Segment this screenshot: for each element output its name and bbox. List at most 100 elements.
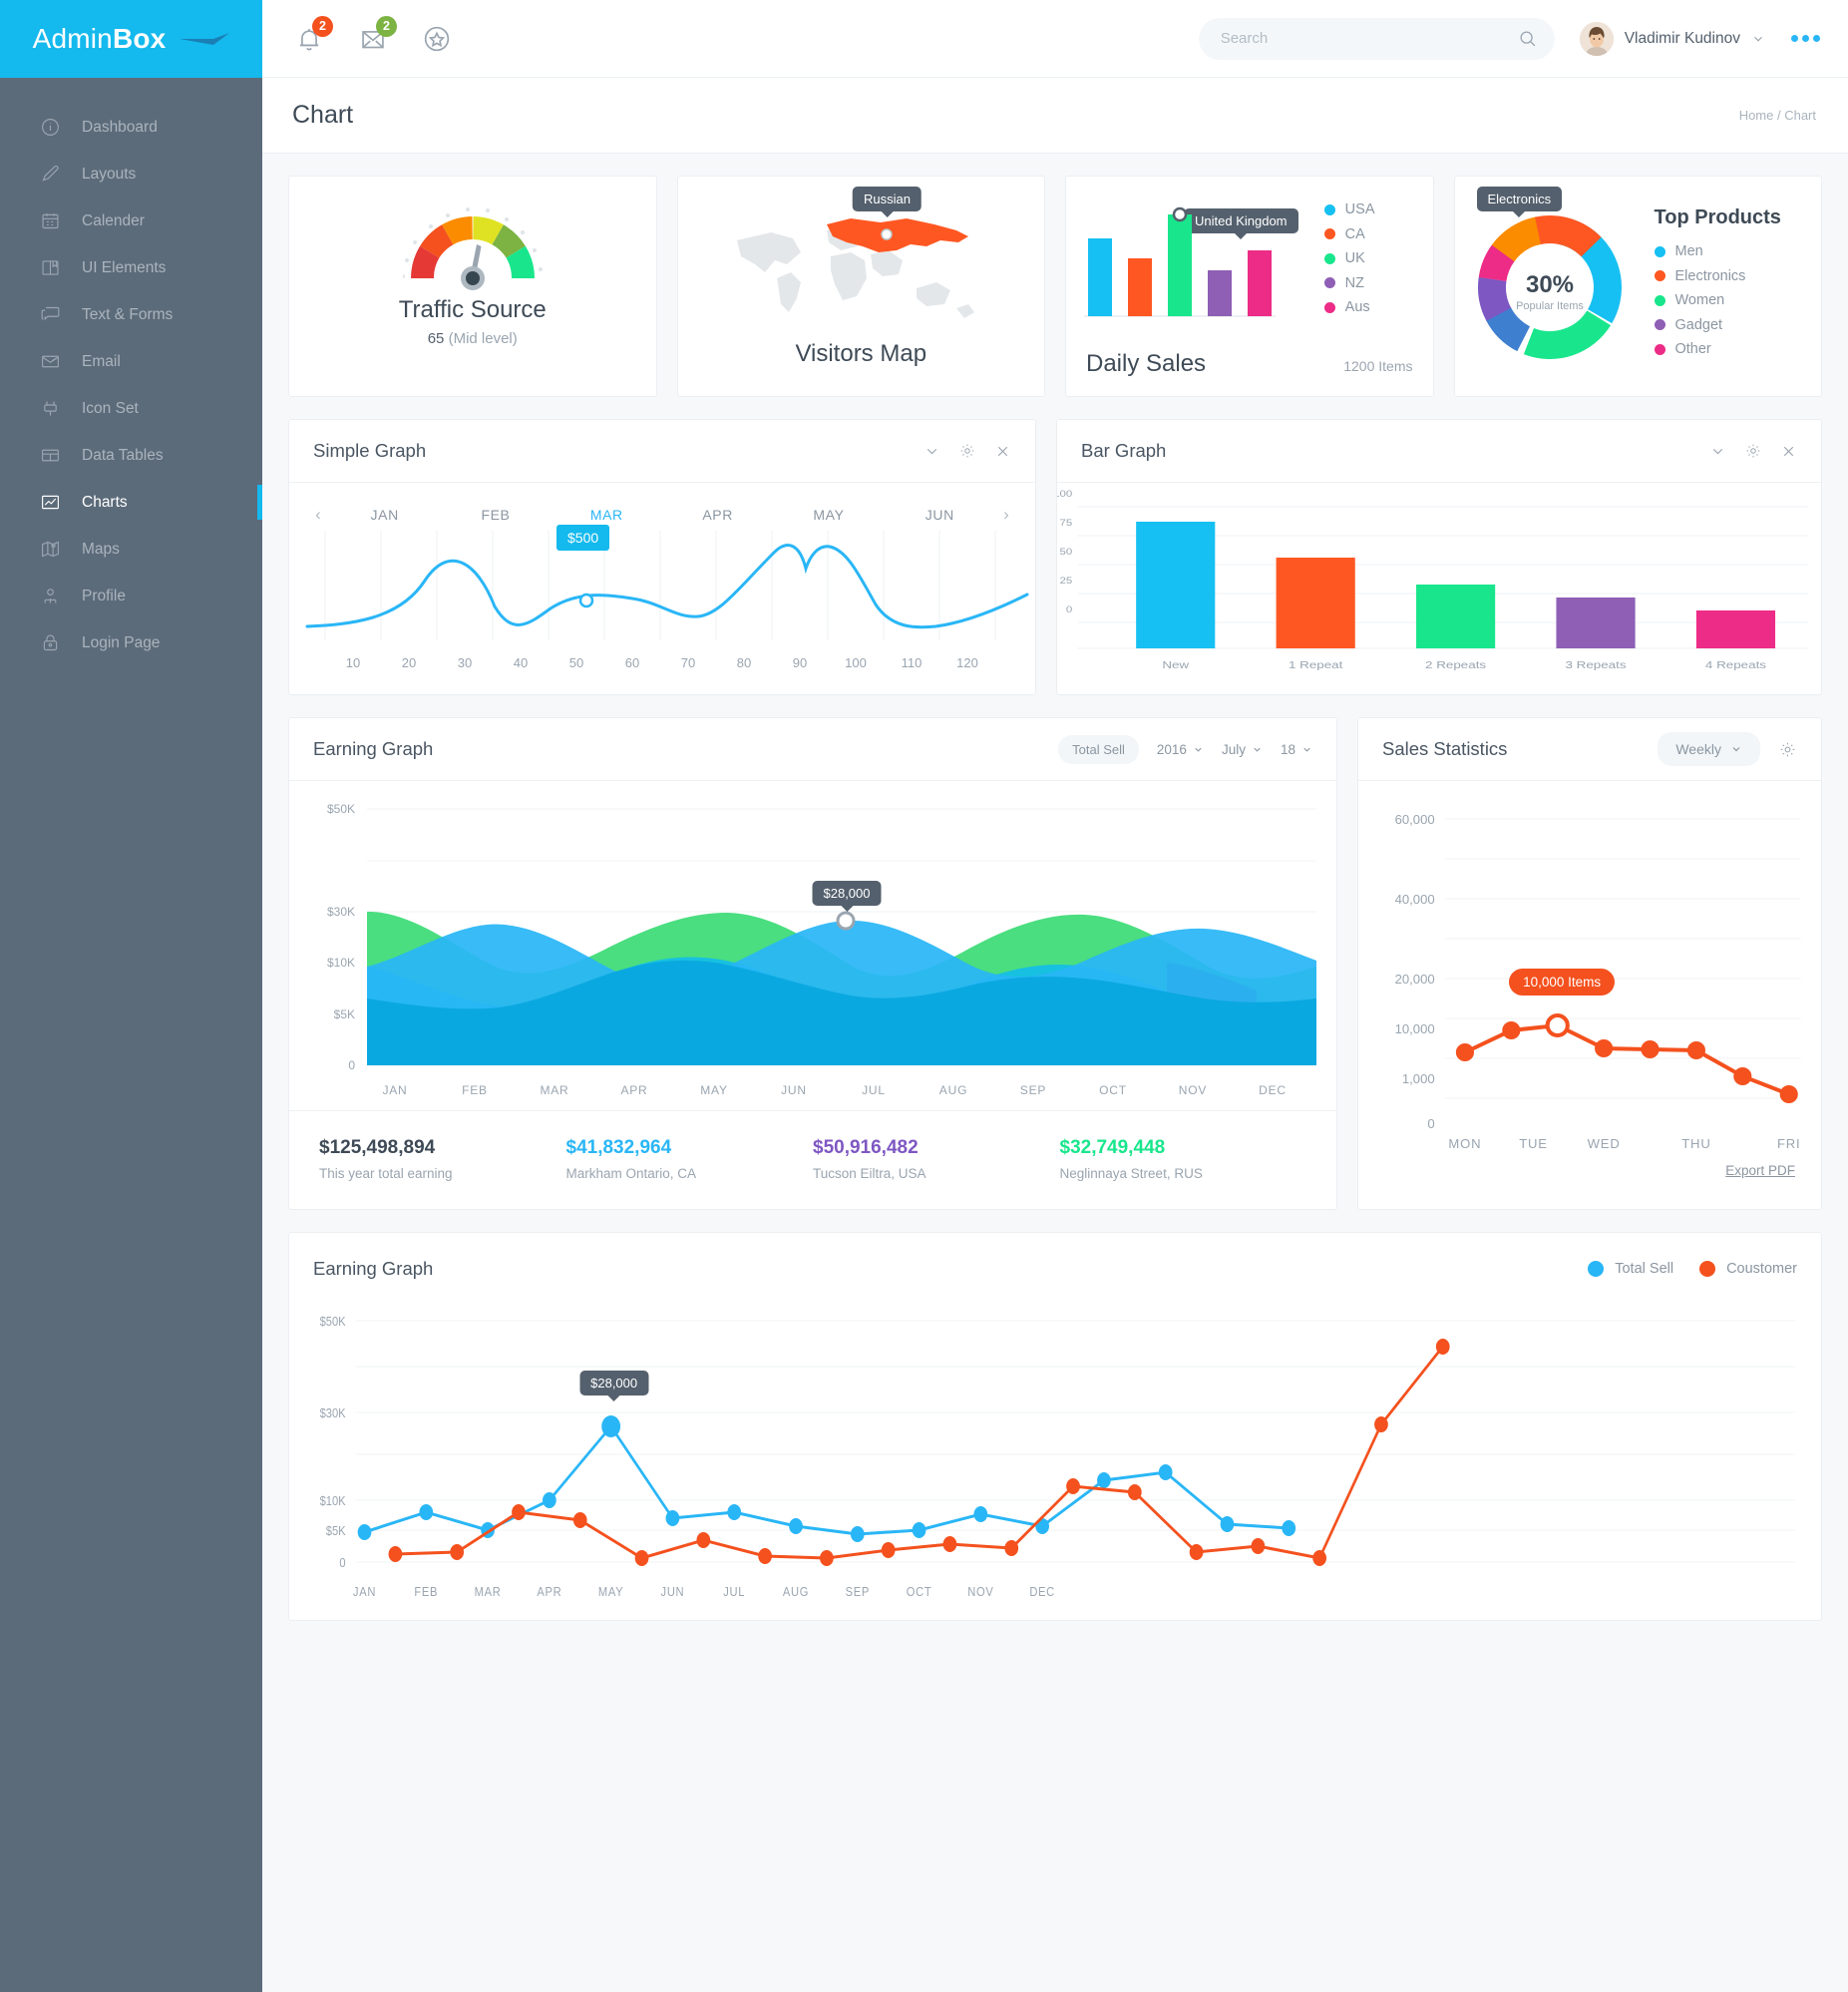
- gear-icon: [1746, 444, 1760, 458]
- next-month-button[interactable]: ›: [995, 505, 1017, 525]
- xtick: APR: [537, 1584, 561, 1599]
- collapse-button[interactable]: [924, 443, 940, 460]
- sidebar-item-dashboard[interactable]: Dashboard: [0, 104, 262, 151]
- breadcrumb[interactable]: Home / Chart: [1739, 108, 1816, 123]
- collapse-button[interactable]: [1709, 443, 1726, 460]
- day-select[interactable]: 18: [1281, 742, 1312, 757]
- legend-dot-icon: [1323, 252, 1335, 264]
- earning-graph-2-svg: $50K $30K $10K $5K 0 JAN FEB MAR APR MAY…: [320, 1314, 1796, 1599]
- sales-points: [1455, 1021, 1798, 1103]
- messages-button[interactable]: 2: [356, 15, 397, 56]
- brand-name-bold: Box: [112, 23, 167, 54]
- month-tick[interactable]: JUN: [885, 507, 995, 523]
- total-sell-line: [364, 1423, 1290, 1536]
- chevron-down-icon[interactable]: [1751, 32, 1765, 46]
- sales-statistics-title: Sales Statistics: [1382, 738, 1508, 759]
- total-sell-chip[interactable]: Total Sell: [1058, 734, 1139, 764]
- xtick: DEC: [1029, 1584, 1055, 1599]
- export-pdf-link[interactable]: Export PDF: [1725, 1163, 1795, 1178]
- month-tick[interactable]: FEB: [440, 507, 551, 523]
- sidebar-item-maps[interactable]: Maps: [0, 526, 262, 573]
- month-tick[interactable]: APR: [662, 507, 773, 523]
- xtick: TUE: [1519, 1136, 1548, 1151]
- sidebar-item-icon-set[interactable]: Icon Set: [0, 385, 262, 432]
- month-tick-active[interactable]: MAR: [552, 507, 662, 523]
- legend-label: CA: [1344, 225, 1365, 242]
- notifications-badge: 2: [312, 15, 333, 37]
- messages-badge: 2: [376, 15, 397, 37]
- brand-arrow-icon: [180, 33, 230, 45]
- chat-icon: [40, 304, 72, 325]
- legend-item[interactable]: Total Sell: [1588, 1261, 1673, 1277]
- legend-dot-icon: [1323, 203, 1335, 215]
- legend-dot-icon: [1323, 228, 1335, 239]
- visitors-map-title: Visitors Map: [795, 340, 927, 367]
- legend-label: Gadget: [1674, 316, 1723, 333]
- xtick: 30: [457, 655, 473, 670]
- page-title: Chart: [292, 101, 354, 129]
- year-select[interactable]: 2016: [1157, 742, 1204, 757]
- period-select[interactable]: Weekly: [1658, 732, 1760, 766]
- month-tick[interactable]: MAY: [773, 507, 884, 523]
- brand-logo[interactable]: AdminBox: [0, 0, 262, 78]
- settings-button[interactable]: [958, 442, 976, 460]
- xtick: AUG: [939, 1083, 967, 1097]
- sidebar-item-label: Email: [82, 352, 121, 370]
- xtick: JUL: [723, 1584, 745, 1599]
- sidebar-item-email[interactable]: Email: [0, 338, 262, 385]
- prev-month-button[interactable]: ‹: [307, 505, 329, 525]
- sales-statistics-tooltip: 10,000 Items: [1509, 969, 1616, 996]
- month-tick[interactable]: JAN: [329, 507, 440, 523]
- month-select[interactable]: July: [1222, 742, 1263, 757]
- earning-lines-row: Earning Graph Total Sell Coustomer $50K …: [288, 1232, 1822, 1621]
- simple-graph-xticks: 10 20 30 40 50 60 70 80 90 100 110 120: [289, 655, 1035, 670]
- plug-icon: [40, 398, 72, 419]
- gauge-icon: [402, 207, 543, 290]
- notifications-button[interactable]: 2: [292, 15, 333, 56]
- ytick: 20,000: [1395, 972, 1435, 987]
- sidebar-item-calender[interactable]: Calender: [0, 198, 262, 244]
- close-button[interactable]: [1780, 443, 1797, 460]
- legend-item[interactable]: Coustomer: [1699, 1261, 1797, 1277]
- settings-button[interactable]: [1744, 442, 1762, 460]
- gear-icon: [1780, 742, 1795, 756]
- sidebar-item-label: Dashboard: [82, 118, 158, 136]
- favorites-button[interactable]: [420, 22, 454, 56]
- sidebar-nav: Dashboard Layouts Calender UI Elements T…: [0, 78, 262, 666]
- table-icon: [40, 445, 72, 466]
- xtick: 60: [624, 655, 640, 670]
- settings-button[interactable]: [1778, 740, 1797, 759]
- sidebar-item-login-page[interactable]: Login Page: [0, 619, 262, 666]
- sidebar-item-label: Layouts: [82, 165, 137, 183]
- dot-icon: [1802, 35, 1809, 42]
- sidebar-item-text-forms[interactable]: Text & Forms: [0, 291, 262, 338]
- sidebar-item-layouts[interactable]: Layouts: [0, 151, 262, 198]
- legend-dot-icon: [1699, 1261, 1716, 1277]
- legend-label: Other: [1674, 341, 1711, 357]
- top-products-tooltip: Electronics: [1476, 187, 1563, 217]
- traffic-source-value: 65: [427, 330, 445, 347]
- xtick: 1 Repeat: [1289, 658, 1343, 670]
- user-menu[interactable]: Vladimir Kudinov: [1579, 21, 1765, 56]
- chevron-down-icon: [1303, 747, 1310, 752]
- xtick: NOV: [1179, 1083, 1207, 1097]
- more-options-button[interactable]: [1791, 35, 1820, 42]
- sidebar-item-charts[interactable]: Charts: [0, 479, 262, 526]
- legend-item: Men: [1654, 242, 1746, 260]
- search-box[interactable]: [1198, 17, 1555, 60]
- close-button[interactable]: [994, 443, 1011, 460]
- xtick: 20: [401, 655, 417, 670]
- xtick: WED: [1588, 1136, 1621, 1151]
- search-icon[interactable]: [1517, 28, 1539, 50]
- search-input[interactable]: [1220, 30, 1517, 47]
- sidebar-item-data-tables[interactable]: Data Tables: [0, 432, 262, 479]
- lock-icon: [40, 632, 72, 653]
- sidebar-item-ui-elements[interactable]: UI Elements: [0, 244, 262, 291]
- sidebar-item-profile[interactable]: Profile: [0, 573, 262, 619]
- xtick: FEB: [414, 1584, 438, 1599]
- legend-item: Women: [1654, 291, 1746, 309]
- ytick: 40,000: [1395, 892, 1435, 907]
- earning-graph-2-card: Earning Graph Total Sell Coustomer $50K …: [288, 1232, 1822, 1621]
- simple-graph-card: Simple Graph ‹ JAN FEB MAR APR MAY JUN ›…: [288, 419, 1036, 695]
- ytick: $30K: [327, 905, 355, 919]
